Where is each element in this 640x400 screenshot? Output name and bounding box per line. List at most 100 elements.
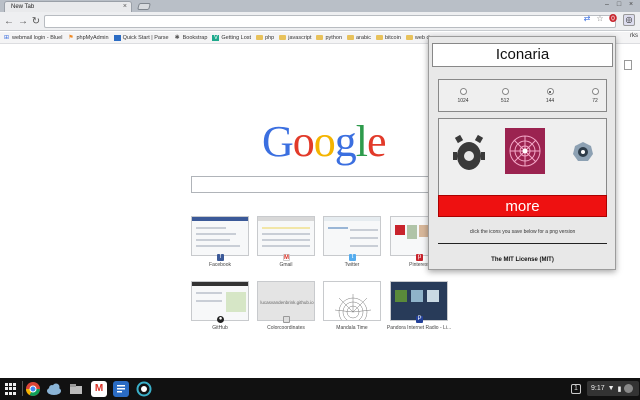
docs-app-icon[interactable] <box>113 381 129 397</box>
iconaria-popup: Iconaria 1024 512 144 72 more click the … <box>428 36 616 270</box>
avatar <box>624 384 634 393</box>
popup-hint: click the icons you save below for a png… <box>469 229 576 235</box>
pinterest-icon: p <box>416 254 423 261</box>
bookmark-phpmyadmin[interactable]: ⚑ phpMyAdmin <box>67 35 108 41</box>
more-button[interactable]: more <box>438 195 607 217</box>
edge-fragment <box>624 60 632 70</box>
bookmark-folder-arabic[interactable]: arabic <box>347 35 371 41</box>
bug-icon <box>453 134 485 170</box>
tab-strip: New Tab × – □ × <box>0 0 640 12</box>
bookmark-folder-javascript[interactable]: javascript <box>279 35 311 41</box>
php-icon: ⚑ <box>68 34 74 41</box>
tab-title: New Tab <box>11 4 35 10</box>
bookmarks-overflow[interactable]: rks <box>630 33 638 39</box>
bookmark-webmail[interactable]: ⊞ webmail login - Bluel <box>3 35 62 41</box>
size-options: 1024 512 144 72 <box>438 79 607 112</box>
battery-icon: ▮ <box>617 385 622 393</box>
tab-new-tab[interactable]: New Tab × <box>4 1 132 12</box>
icon-preview-144[interactable] <box>572 141 594 168</box>
window-controls: – □ × <box>602 1 636 9</box>
translate-icon[interactable]: ⇄ <box>582 14 592 24</box>
compass-icon <box>573 142 593 161</box>
star-icon[interactable]: ☆ <box>595 14 605 24</box>
folder-icon <box>256 35 264 40</box>
radio-1024[interactable] <box>459 88 467 95</box>
tile-colorcoordinates[interactable]: lucasvandenbrink.github.io <box>257 281 315 321</box>
close-window-button[interactable]: × <box>626 1 636 9</box>
pinterest-icon[interactable]: ⓿ <box>608 14 618 24</box>
twitter-icon: t <box>349 254 356 261</box>
omnibox[interactable] <box>44 15 616 33</box>
folder-icon <box>405 35 413 40</box>
radio-144[interactable] <box>546 88 554 95</box>
colorcoordinates-icon <box>283 316 290 323</box>
icon-previews <box>438 118 607 196</box>
size-option-512[interactable]: 512 <box>495 88 515 104</box>
bookmark-bookstrap[interactable]: ✱ Bookstrap <box>174 35 208 41</box>
size-option-1024[interactable]: 1024 <box>453 88 473 104</box>
tile-label-pandora: Pandora Internet Radio - Li... <box>386 325 452 331</box>
bookmark-parse[interactable]: Quick Start | Parse <box>113 34 169 41</box>
app-launcher-icon[interactable] <box>5 383 17 395</box>
chrome-icon[interactable] <box>25 381 41 397</box>
tile-mandala-time[interactable] <box>323 281 381 321</box>
size-option-72[interactable]: 72 <box>585 88 605 104</box>
shelf-separator <box>22 381 23 396</box>
tile-facebook[interactable] <box>191 216 249 256</box>
folder-icon <box>347 35 354 40</box>
wifi-icon: ▼ <box>607 385 615 392</box>
radio-72[interactable] <box>591 88 599 95</box>
popup-title: Iconaria <box>432 43 613 67</box>
size-option-144[interactable]: 144 <box>540 88 560 104</box>
icon-preview-512[interactable] <box>505 128 545 179</box>
tile-twitter[interactable] <box>323 216 381 256</box>
notification-count[interactable]: 1 <box>571 384 581 394</box>
tile-label-facebook: Facebook <box>209 262 231 268</box>
bookmark-folder-python[interactable]: python <box>316 35 342 41</box>
gmail-icon: M <box>283 254 290 261</box>
forward-button[interactable]: → <box>17 16 29 28</box>
radio-512[interactable] <box>501 88 509 95</box>
tile-label-twitter: Twitter <box>344 262 360 268</box>
github-icon: ● <box>217 316 224 323</box>
tab-close-icon[interactable]: × <box>123 2 127 12</box>
system-tray[interactable]: 9:17 ▼ ▮ <box>587 381 639 396</box>
tile-label-mandala-time: Mandala Time <box>336 325 368 331</box>
app-icon-circle[interactable] <box>136 381 152 397</box>
bookmark-folder-php[interactable]: php <box>256 35 274 41</box>
maximize-button[interactable]: □ <box>614 1 624 9</box>
thumb-text: lucasvandenbrink.github.io <box>260 300 314 305</box>
google-search-box[interactable] <box>191 176 449 195</box>
mandala-thumbnail <box>334 294 372 320</box>
reload-button[interactable]: ↻ <box>30 16 42 28</box>
folder-icon <box>316 35 324 40</box>
folder-icon <box>279 35 287 40</box>
icon-preview-1024[interactable] <box>453 134 485 177</box>
gear-icon: ✱ <box>174 34 180 41</box>
popup-divider <box>438 243 607 244</box>
tile-label-github: GitHub <box>212 325 228 331</box>
new-tab-button[interactable] <box>137 3 151 10</box>
pandora-icon: P <box>416 316 423 323</box>
iconaria-extension-icon[interactable]: ◎ <box>623 14 635 26</box>
google-logo: Google <box>262 117 387 166</box>
folder-app-icon[interactable] <box>68 381 84 397</box>
license-link[interactable]: The MIT License (MIT) <box>438 257 607 263</box>
minimize-button[interactable]: – <box>602 1 612 9</box>
bookmark-getting-lost[interactable]: V Getting Lost <box>212 34 251 41</box>
apps-icon: ⊞ <box>3 34 10 41</box>
vine-icon: V <box>212 34 220 41</box>
omnibox-icons: ⇄ ☆ ⓿ <box>582 14 618 24</box>
parse-icon <box>113 34 121 41</box>
google-search-input[interactable] <box>192 180 448 195</box>
tile-pandora[interactable] <box>390 281 448 321</box>
cloud-icon[interactable] <box>46 381 62 397</box>
gmail-app-icon[interactable]: M <box>91 381 107 397</box>
back-button[interactable]: ← <box>3 16 15 28</box>
folder-icon <box>375 35 383 40</box>
tile-label-gmail: Gmail <box>279 262 293 268</box>
browser-toolbar: ← → ↻ <box>0 12 640 33</box>
tile-gmail[interactable] <box>257 216 315 256</box>
bookmark-folder-bitcoin[interactable]: bitcoin <box>375 35 401 41</box>
tile-github[interactable] <box>191 281 249 321</box>
